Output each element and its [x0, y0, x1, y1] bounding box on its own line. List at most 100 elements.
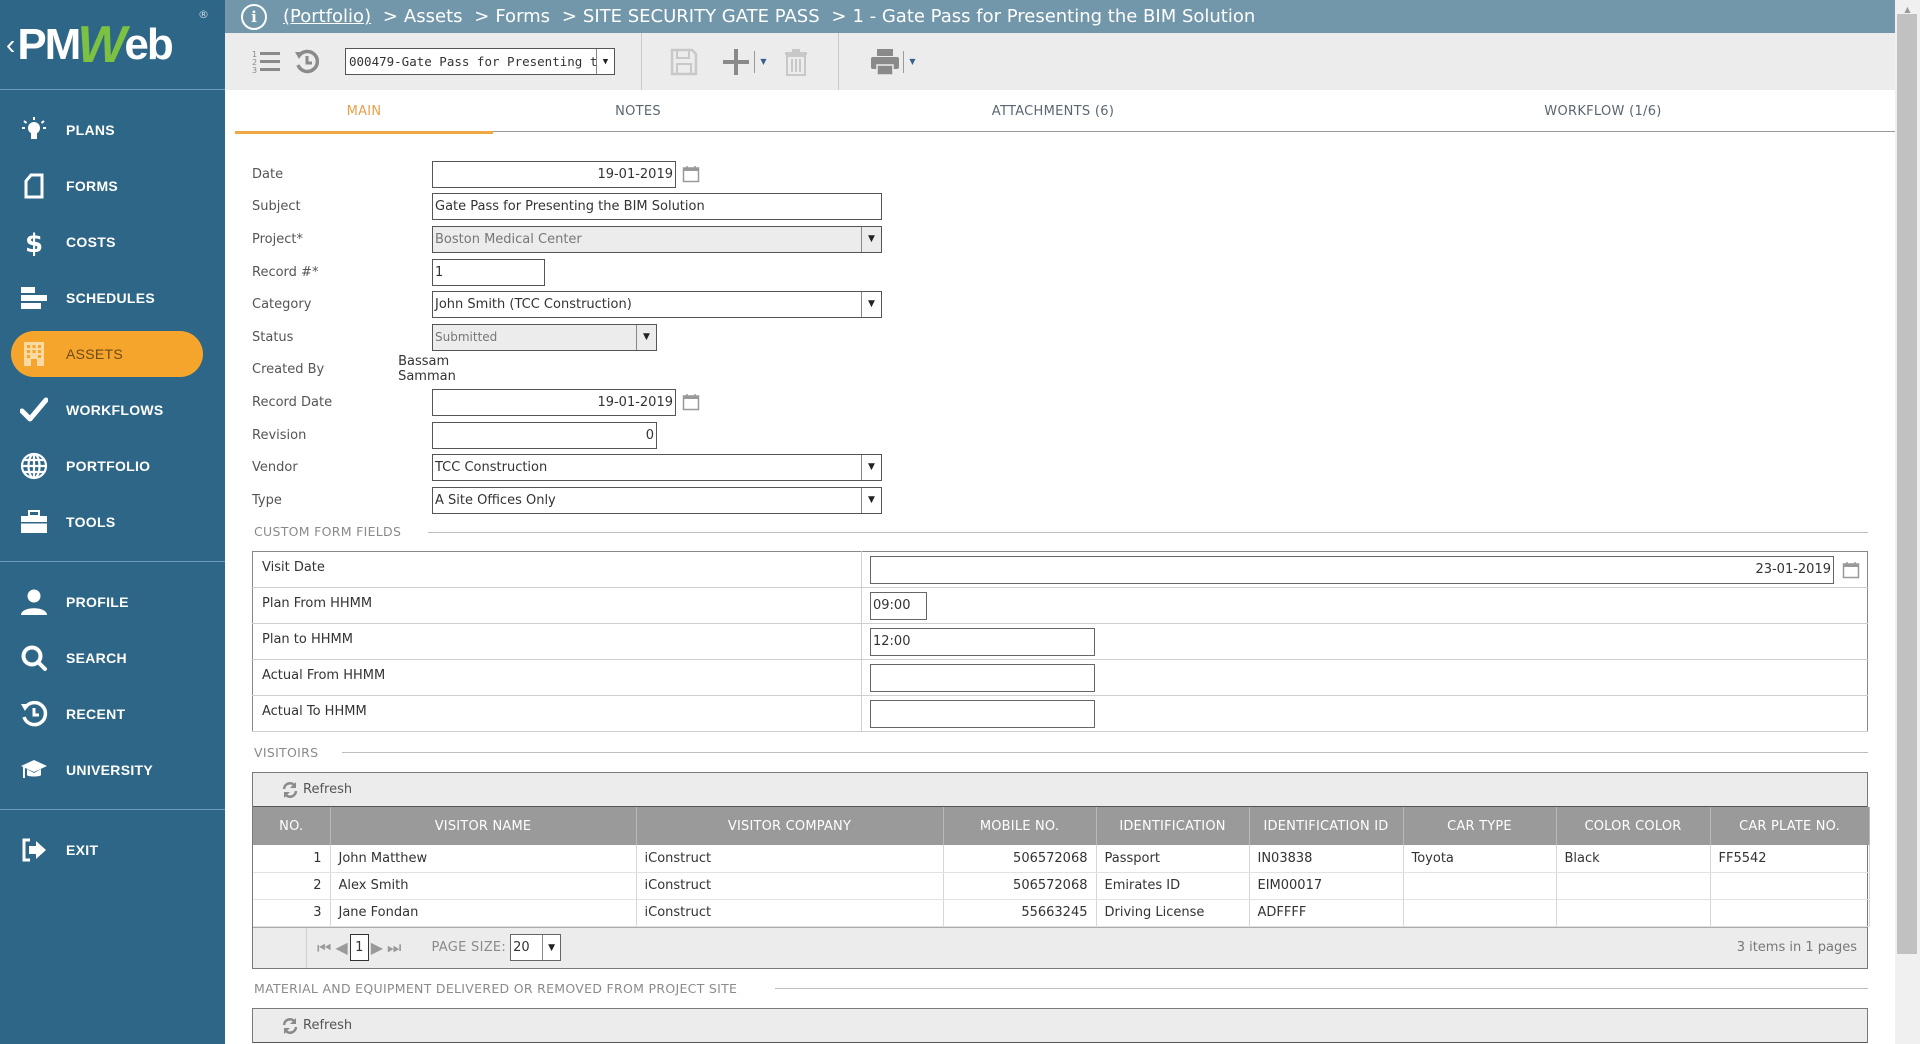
column-header-mobile[interactable]: MOBILE NO.	[943, 807, 1097, 845]
breadcrumb-separator: >	[831, 6, 847, 27]
status-label: Status	[252, 329, 294, 345]
sidebar-item-label: PROFILE	[66, 594, 129, 610]
sidebar-item-forms[interactable]: FORMS	[0, 158, 225, 214]
calendar-icon[interactable]	[682, 393, 700, 411]
chevron-down-icon[interactable]: ▼	[909, 57, 915, 66]
chevron-down-icon[interactable]: ▼	[861, 291, 881, 317]
add-button[interactable]: ▼	[716, 42, 772, 82]
sidebar-item-label: EXIT	[66, 842, 99, 858]
sidebar-item-portfolio[interactable]: PORTFOLIO	[0, 438, 225, 494]
print-button[interactable]: ▼	[865, 42, 921, 82]
numbered-list-icon[interactable]: 123	[247, 42, 287, 82]
cell-mobile: 506572068	[943, 872, 1097, 900]
vendor-select[interactable]: TCC Construction ▼	[432, 453, 882, 481]
actual-to-field[interactable]	[870, 699, 1095, 728]
toolbar-group-edit: ▼	[642, 33, 839, 90]
sidebar-item-recent[interactable]: RECENT	[0, 686, 225, 742]
page-size-select[interactable]: 20 ▼	[510, 934, 562, 961]
form-row-record: Record #* 1	[252, 258, 545, 286]
chevron-down-icon[interactable]: ▼	[542, 935, 560, 960]
breadcrumb-portfolio-link[interactable]: (Portfolio)	[283, 6, 371, 27]
tab-attachments[interactable]: ATTACHMENTS (6)	[783, 90, 1323, 132]
breadcrumb-separator: >	[561, 6, 577, 27]
plan-to-label: Plan to HHMM	[252, 623, 862, 660]
first-page-icon[interactable]: ⏮	[317, 938, 331, 958]
actual-from-field[interactable]	[870, 663, 1095, 692]
subject-field[interactable]: Gate Pass for Presenting the BIM Solutio…	[432, 192, 882, 220]
column-header-car-type[interactable]: CAR TYPE	[1403, 807, 1557, 845]
tab-notes[interactable]: NOTES	[493, 90, 783, 132]
info-icon[interactable]: i	[241, 3, 267, 30]
section-divider	[428, 532, 1868, 533]
table-row[interactable]: 3 Jane Fondan iConstruct 55663245 Drivin…	[253, 899, 1870, 927]
last-page-icon[interactable]: ⏭	[387, 938, 401, 958]
sidebar-item-tools[interactable]: TOOLS	[0, 494, 225, 550]
tab-main[interactable]: MAIN	[235, 90, 493, 134]
pmweb-logo[interactable]: ‹ PM W eb ®	[0, 0, 225, 90]
save-button[interactable]	[664, 42, 704, 82]
prev-page-icon[interactable]: ◀	[335, 938, 347, 957]
sidebar-item-label: FORMS	[66, 178, 119, 194]
table-row[interactable]: 1 John Matthew iConstruct 506572068 Pass…	[253, 845, 1870, 873]
breadcrumb-form-type: SITE SECURITY GATE PASS	[582, 6, 820, 27]
date-field[interactable]: 19-01-2019	[432, 160, 676, 188]
record-number-label: Record #*	[252, 264, 319, 280]
delete-button[interactable]	[776, 42, 816, 82]
sidebar-item-label: RECENT	[66, 706, 126, 722]
column-header-identification-id[interactable]: IDENTIFICATION ID	[1249, 807, 1404, 845]
visit-date-label: Visit Date	[252, 551, 862, 588]
sidebar-item-label: WORKFLOWS	[66, 402, 164, 418]
sidebar-item-university[interactable]: UNIVERSITY	[0, 742, 225, 798]
next-page-icon[interactable]: ▶	[371, 938, 383, 957]
calendar-icon[interactable]	[682, 165, 700, 183]
sidebar-item-profile[interactable]: PROFILE	[0, 574, 225, 630]
section-divider	[342, 752, 1868, 753]
history-icon[interactable]	[287, 42, 327, 82]
revision-field[interactable]: 0	[432, 421, 657, 449]
section-divider	[775, 988, 1868, 989]
chevron-down-icon[interactable]: ▼	[760, 57, 766, 66]
tab-workflow[interactable]: WORKFLOW (1/6)	[1323, 90, 1883, 132]
page-scrollbar[interactable]: ▲	[1895, 0, 1920, 1044]
sidebar-item-label: PORTFOLIO	[66, 458, 151, 474]
category-select[interactable]: John Smith (TCC Construction) ▼	[432, 290, 882, 318]
column-header-no[interactable]: NO.	[253, 807, 331, 845]
plan-to-field[interactable]: 12:00	[870, 627, 1095, 656]
column-header-car-plate[interactable]: CAR PLATE NO.	[1710, 807, 1870, 845]
status-select[interactable]: Submitted ▼	[432, 323, 657, 351]
sidebar-item-plans[interactable]: PLANS	[0, 102, 225, 158]
table-row[interactable]: 2 Alex Smith iConstruct 506572068 Emirat…	[253, 872, 1870, 900]
breadcrumb-forms: Forms	[495, 6, 551, 27]
sidebar-item-label: TOOLS	[66, 514, 116, 530]
breadcrumb-separator: >	[474, 6, 490, 27]
chevron-down-icon[interactable]: ▼	[861, 454, 881, 480]
chevron-down-icon[interactable]: ▼	[636, 324, 656, 350]
record-select[interactable]: 000479-Gate Pass for Presenting the BIM …	[345, 48, 615, 75]
chevron-down-icon[interactable]: ▼	[861, 226, 881, 252]
column-header-visitor-company[interactable]: VISITOR COMPANY	[636, 807, 944, 845]
current-page-input[interactable]: 1	[349, 934, 369, 961]
column-header-identification[interactable]: IDENTIFICATION	[1096, 807, 1250, 845]
chevron-down-icon[interactable]: ▼	[596, 49, 614, 74]
sidebar-item-assets[interactable]: ASSETS	[0, 326, 225, 382]
sidebar-item-exit[interactable]: EXIT	[0, 822, 225, 878]
sidebar-item-costs[interactable]: $ COSTS	[0, 214, 225, 270]
materials-grid: Refresh	[252, 1008, 1868, 1043]
breadcrumb-bar: i (Portfolio) > Assets > Forms > SITE SECUR…	[225, 0, 1895, 33]
column-header-color[interactable]: COLOR COLOR	[1556, 807, 1711, 845]
record-number-field[interactable]: 1	[432, 258, 545, 286]
calendar-icon[interactable]	[1842, 561, 1860, 579]
plan-from-field[interactable]: 09:00	[870, 591, 927, 620]
refresh-button[interactable]: Refresh	[281, 1017, 352, 1035]
type-select[interactable]: A Site Offices Only ▼	[432, 486, 882, 514]
refresh-button[interactable]: Refresh	[281, 781, 352, 799]
column-header-visitor-name[interactable]: VISITOR NAME	[330, 807, 637, 845]
project-select[interactable]: Boston Medical Center ▼	[432, 225, 882, 253]
sidebar-item-workflows[interactable]: WORKFLOWS	[0, 382, 225, 438]
visit-date-field[interactable]: 23-01-2019	[870, 555, 1834, 584]
record-date-field[interactable]: 19-01-2019	[432, 388, 676, 416]
sidebar-item-search[interactable]: SEARCH	[0, 630, 225, 686]
chevron-down-icon[interactable]: ▼	[861, 487, 881, 513]
scrollbar-thumb[interactable]	[1897, 14, 1917, 954]
sidebar-item-schedules[interactable]: SCHEDULES	[0, 270, 225, 326]
